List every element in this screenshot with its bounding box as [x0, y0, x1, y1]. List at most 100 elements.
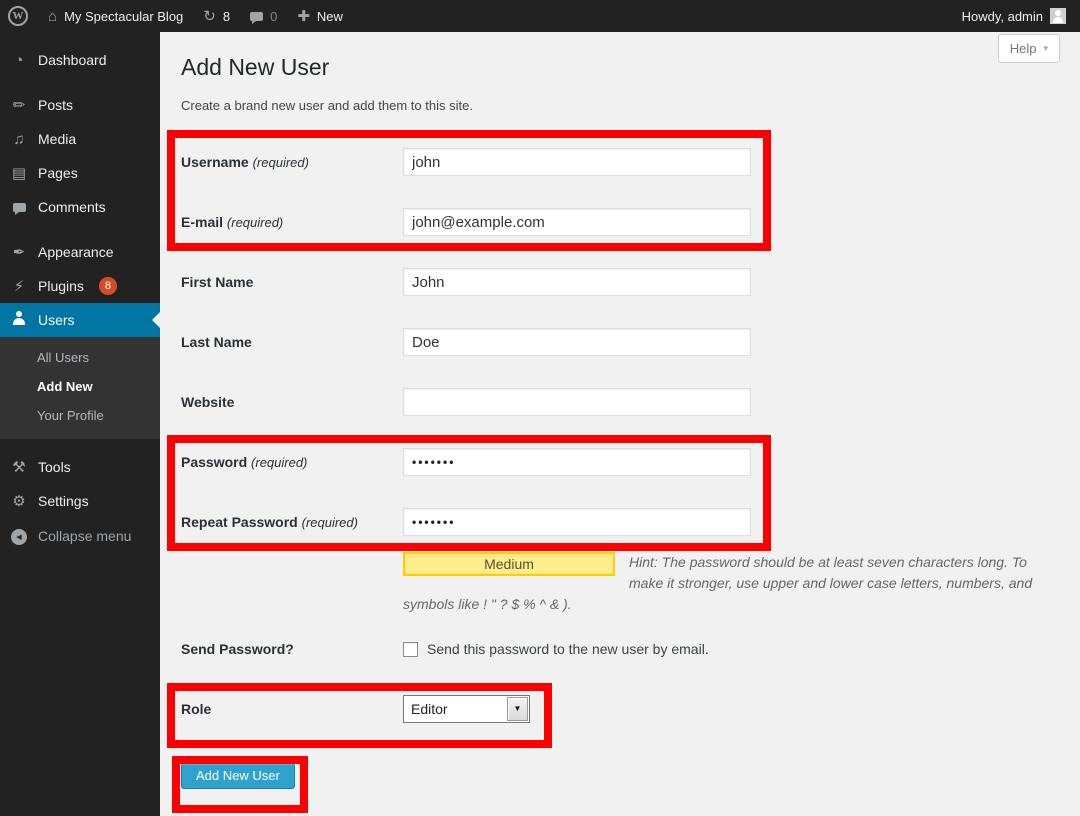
comments-link[interactable]: 0: [250, 9, 277, 24]
submenu-item-your-profile[interactable]: Your Profile: [0, 401, 160, 430]
password-label: Password (required): [181, 454, 403, 470]
email-field[interactable]: [403, 208, 751, 236]
sidebar-item-label: Dashboard: [38, 52, 107, 68]
send-password-label: Send Password?: [181, 641, 403, 657]
chevron-down-icon: ▾: [1043, 44, 1048, 53]
website-label: Website: [181, 394, 403, 410]
role-select[interactable]: Editor ▼: [403, 695, 530, 723]
password-row: Password (required): [181, 432, 1060, 492]
collapse-arrow-icon: ◀: [9, 527, 29, 546]
home-icon: ⌂: [48, 9, 57, 24]
howdy-label: Howdy, admin: [962, 9, 1043, 24]
sidebar-item-dashboard[interactable]: ◔ Dashboard: [0, 43, 160, 77]
sidebar-item-label: Comments: [38, 199, 106, 215]
sidebar-item-label: Pages: [38, 165, 78, 181]
password-input[interactable]: [403, 448, 751, 476]
avatar: [1050, 8, 1066, 24]
help-button[interactable]: Help ▾: [998, 34, 1060, 63]
page-title: Add New User: [181, 53, 1060, 82]
submit-row: Add New User: [181, 763, 1060, 789]
submenu-item-all-users[interactable]: All Users: [0, 343, 160, 372]
role-label: Role: [181, 701, 403, 717]
dashboard-gauge-icon: ◔: [9, 53, 29, 68]
send-password-checkbox[interactable]: [403, 642, 418, 657]
first-name-label: First Name: [181, 274, 403, 290]
wordpress-logo-menu[interactable]: W: [8, 6, 28, 26]
required-hint: (required): [253, 155, 309, 170]
repeat-password-label: Repeat Password (required): [181, 514, 403, 530]
plugins-update-badge: 8: [99, 277, 117, 295]
role-row: Role Editor ▼: [181, 681, 1060, 737]
person-icon: [9, 311, 29, 329]
users-submenu: All Users Add New Your Profile: [0, 337, 160, 439]
page-subtitle: Create a brand new user and add them to …: [181, 98, 1060, 114]
required-hint: (required): [302, 515, 358, 530]
add-new-user-button[interactable]: Add New User: [181, 763, 295, 789]
wrench-icon: ⚒: [9, 460, 29, 475]
password-strength-row: Medium Hint: The password should be at l…: [181, 552, 1060, 615]
comment-bubble-icon: [9, 200, 29, 215]
sidebar-item-appearance[interactable]: ✒ Appearance: [0, 235, 160, 269]
website-input[interactable]: [403, 388, 751, 416]
wordpress-logo-icon: W: [8, 6, 28, 26]
plug-icon: ⚡: [9, 279, 29, 294]
sidebar-item-label: Users: [38, 312, 75, 328]
updates-count: 8: [223, 9, 230, 24]
email-label: E-mail (required): [181, 214, 403, 230]
send-password-option: Send this password to the new user by em…: [403, 641, 709, 657]
role-selected-value: Editor: [404, 701, 448, 717]
select-dropdown-button[interactable]: ▼: [507, 697, 528, 721]
admin-bar-right: Howdy, admin: [962, 0, 1066, 32]
last-name-row: Last Name: [181, 312, 1060, 372]
last-name-input[interactable]: [403, 328, 751, 356]
sidebar-item-label: Settings: [38, 493, 89, 509]
username-label: Username (required): [181, 154, 403, 170]
sidebar-item-label: Appearance: [38, 244, 114, 260]
required-hint: (required): [227, 215, 283, 230]
sidebar-item-settings[interactable]: ⚙ Settings: [0, 484, 160, 518]
strength-and-hint: Medium Hint: The password should be at l…: [403, 552, 1037, 615]
last-name-label: Last Name: [181, 334, 403, 350]
password-strength-meter: Medium: [403, 552, 615, 576]
website-row: Website: [181, 372, 1060, 432]
email-row: E-mail (required): [181, 192, 1060, 252]
collapse-menu-label: Collapse menu: [38, 528, 131, 544]
admin-bar-left: W ⌂ My Spectacular Blog ↻ 8 0 ✚ New: [8, 0, 343, 32]
admin-sidebar-menu: ◔ Dashboard ✏ Posts ♫ Media ▤ Pages Comm…: [0, 32, 160, 816]
site-name-link[interactable]: ⌂ My Spectacular Blog: [48, 9, 183, 24]
sidebar-item-plugins[interactable]: ⚡ Plugins 8: [0, 269, 160, 303]
updates-link[interactable]: ↻ 8: [203, 9, 230, 24]
plus-icon: ✚: [297, 9, 310, 24]
add-new-user-page: Help ▾ Add New User Create a brand new u…: [160, 32, 1080, 816]
submenu-item-add-new[interactable]: Add New: [0, 372, 160, 401]
sidebar-item-posts[interactable]: ✏ Posts: [0, 88, 160, 122]
sidebar-item-pages[interactable]: ▤ Pages: [0, 156, 160, 190]
pushpin-icon: ✏: [9, 98, 29, 113]
new-label: New: [317, 9, 343, 24]
sidebar-item-label: Plugins: [38, 278, 84, 294]
collapse-menu-button[interactable]: ◀ Collapse menu: [0, 519, 160, 553]
create-user-form: Username (required) E-mail (required) Fi…: [181, 132, 1060, 789]
repeat-password-input[interactable]: [403, 508, 751, 536]
required-hint: (required): [251, 455, 307, 470]
chevron-down-icon: ▼: [514, 705, 522, 713]
sidebar-item-label: Tools: [38, 459, 71, 475]
pages-stack-icon: ▤: [9, 166, 29, 181]
username-input[interactable]: [403, 148, 751, 176]
comments-count: 0: [270, 9, 277, 24]
first-name-row: First Name: [181, 252, 1060, 312]
help-label: Help: [1010, 41, 1037, 56]
paintbrush-icon: ✒: [9, 245, 29, 260]
username-row: Username (required): [181, 132, 1060, 192]
sidebar-item-label: Media: [38, 131, 76, 147]
sidebar-item-label: Posts: [38, 97, 73, 113]
new-content-menu[interactable]: ✚ New: [297, 9, 343, 24]
my-account-menu[interactable]: Howdy, admin: [962, 8, 1066, 24]
sidebar-item-media[interactable]: ♫ Media: [0, 122, 160, 156]
sidebar-item-comments[interactable]: Comments: [0, 190, 160, 224]
sidebar-item-tools[interactable]: ⚒ Tools: [0, 450, 160, 484]
sidebar-item-users[interactable]: Users: [0, 303, 160, 337]
first-name-input[interactable]: [403, 268, 751, 296]
updates-refresh-icon: ↻: [203, 9, 216, 24]
repeat-password-row: Repeat Password (required): [181, 492, 1060, 552]
